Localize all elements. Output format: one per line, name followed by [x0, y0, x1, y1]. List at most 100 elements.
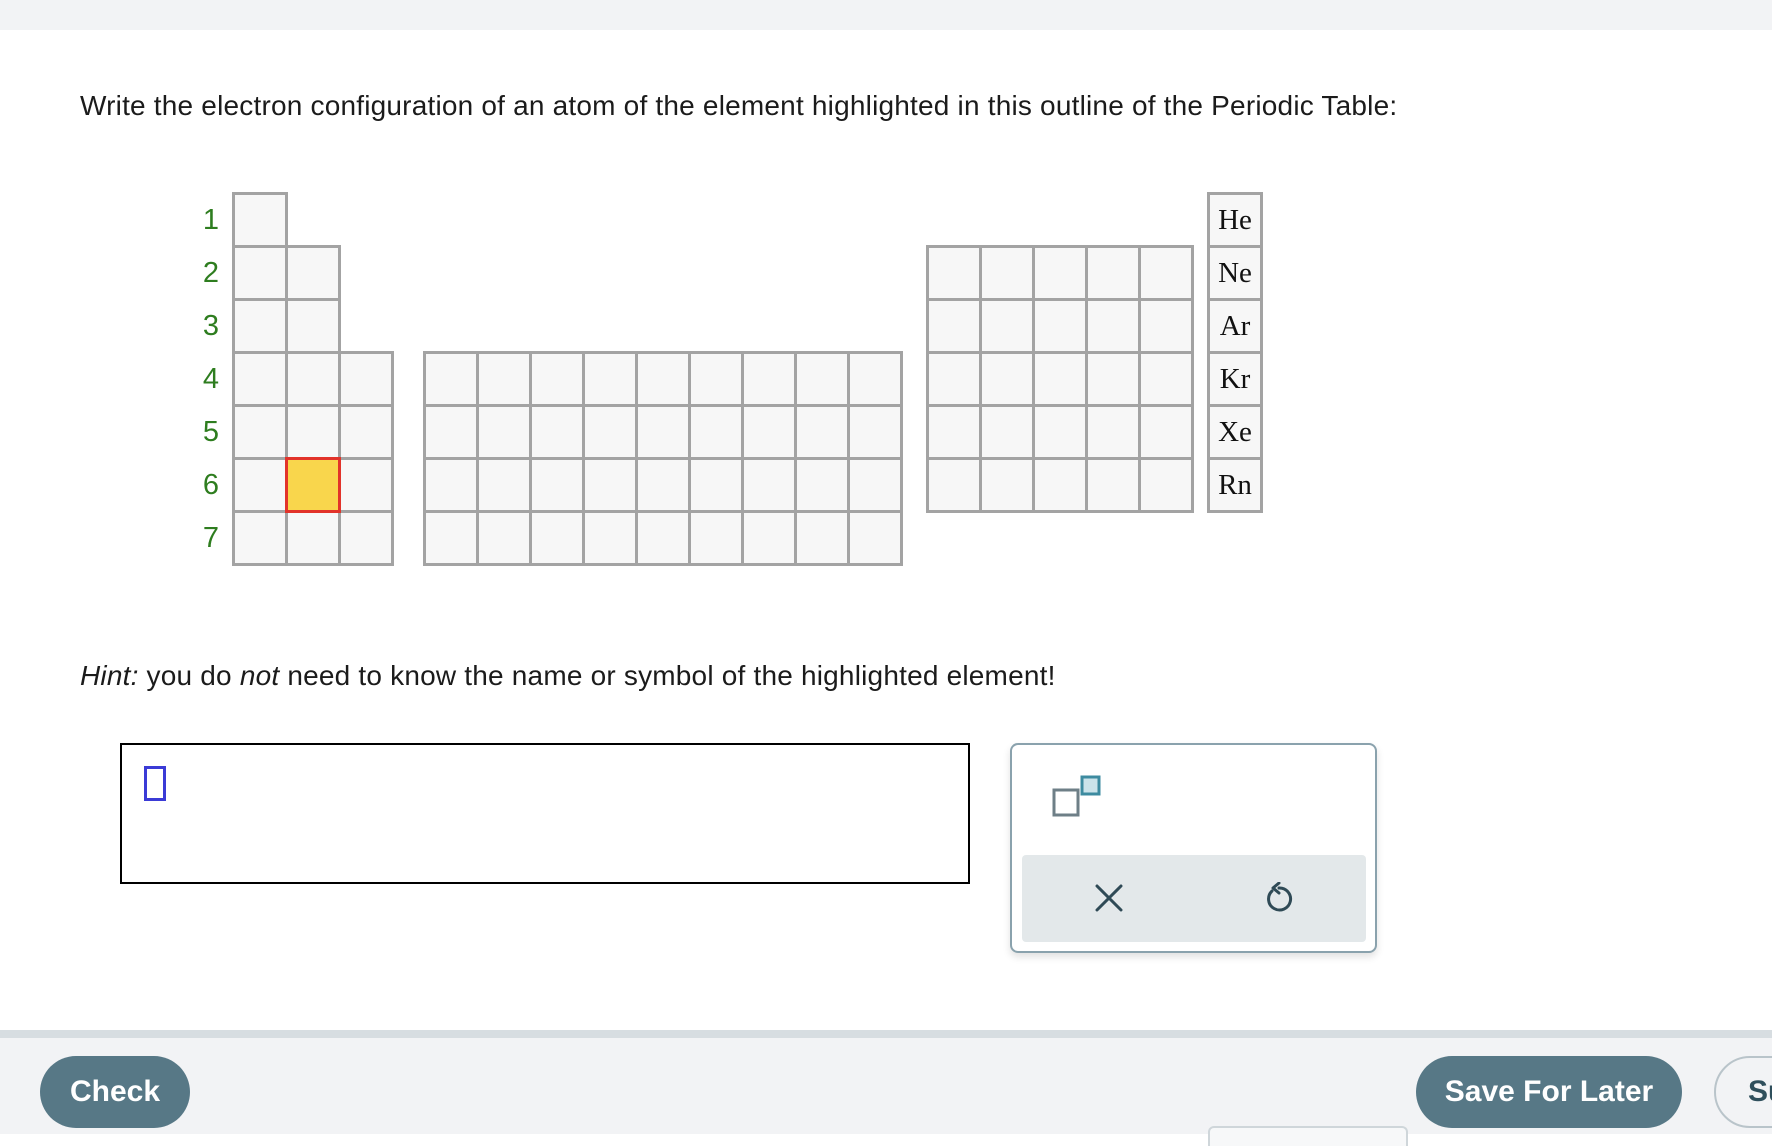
element-cell	[232, 245, 288, 301]
x-icon	[1095, 884, 1123, 912]
element-cell	[741, 351, 797, 407]
element-cell	[1032, 298, 1088, 354]
noble-gas-cell: He	[1207, 192, 1263, 248]
element-cell	[1032, 351, 1088, 407]
element-cell	[794, 510, 850, 566]
element-cell	[529, 351, 585, 407]
element-cell	[1138, 245, 1194, 301]
element-cell	[926, 404, 982, 460]
hint-part1: you do	[138, 660, 240, 691]
element-cell	[582, 510, 638, 566]
element-cell	[232, 510, 288, 566]
element-cell	[476, 404, 532, 460]
superscript-button[interactable]	[1050, 775, 1110, 825]
element-cell	[285, 510, 341, 566]
question-text: Write the electron configuration of an a…	[80, 90, 1398, 121]
element-cell	[794, 404, 850, 460]
element-cell	[529, 457, 585, 513]
hint-text: Hint: you do not need to know the name o…	[80, 660, 1056, 692]
element-cell	[847, 510, 903, 566]
palette-action-bar	[1022, 855, 1366, 942]
element-cell	[1138, 298, 1194, 354]
clear-button[interactable]	[1082, 871, 1136, 925]
noble-gas-cell: Ne	[1207, 245, 1263, 301]
element-cell	[338, 351, 394, 407]
period-label: 7	[202, 522, 220, 554]
save-for-later-button[interactable]: Save For Later	[1416, 1056, 1682, 1128]
noble-gas-cell: Ar	[1207, 298, 1263, 354]
undo-icon	[1267, 882, 1293, 912]
element-cell	[1085, 245, 1141, 301]
element-cell	[232, 457, 288, 513]
element-cell	[635, 457, 691, 513]
element-cell	[979, 457, 1035, 513]
element-cell	[285, 298, 341, 354]
element-cell	[1032, 245, 1088, 301]
element-cell	[1085, 457, 1141, 513]
period-label: 3	[202, 310, 220, 342]
element-cell	[285, 245, 341, 301]
element-cell	[423, 351, 479, 407]
element-cell	[688, 351, 744, 407]
math-palette	[1010, 743, 1377, 953]
element-cell	[476, 510, 532, 566]
noble-gas-cell: Xe	[1207, 404, 1263, 460]
element-cell	[1085, 298, 1141, 354]
submit-assignment-button[interactable]: Submit Assignment	[1714, 1056, 1772, 1128]
element-cell	[979, 245, 1035, 301]
noble-gas-cell: Rn	[1207, 457, 1263, 513]
element-cell	[338, 457, 394, 513]
element-cell	[1138, 404, 1194, 460]
element-cell	[529, 510, 585, 566]
element-cell	[635, 404, 691, 460]
element-cell	[688, 510, 744, 566]
superscript-icon	[1052, 775, 1101, 817]
element-cell	[635, 510, 691, 566]
element-cell	[1138, 457, 1194, 513]
element-cell	[847, 457, 903, 513]
element-cell	[794, 457, 850, 513]
element-cell	[423, 404, 479, 460]
element-cell	[926, 245, 982, 301]
noble-gas-cell: Kr	[1207, 351, 1263, 407]
element-cell	[741, 510, 797, 566]
element-cell	[476, 351, 532, 407]
input-cursor-placeholder[interactable]	[144, 766, 166, 801]
element-cell	[688, 404, 744, 460]
footer-bar: Check Save For Later Submit Assignment	[0, 1030, 1772, 1146]
footer-tab	[1208, 1126, 1408, 1146]
hint-emphasis: not	[239, 660, 280, 691]
element-cell	[529, 404, 585, 460]
element-cell	[232, 404, 288, 460]
element-cell	[285, 404, 341, 460]
period-label: 6	[202, 469, 220, 501]
element-cell	[741, 457, 797, 513]
period-label: 5	[202, 416, 220, 448]
element-cell	[979, 351, 1035, 407]
element-cell	[423, 457, 479, 513]
period-label: 2	[202, 257, 220, 289]
element-cell	[423, 510, 479, 566]
element-cell	[847, 351, 903, 407]
element-cell	[285, 351, 341, 407]
element-cell	[1085, 404, 1141, 460]
element-cell	[338, 510, 394, 566]
element-cell	[635, 351, 691, 407]
element-cell	[1032, 457, 1088, 513]
element-cell	[1085, 351, 1141, 407]
element-cell	[926, 298, 982, 354]
element-cell	[582, 457, 638, 513]
element-cell	[582, 351, 638, 407]
element-cell	[926, 351, 982, 407]
check-button[interactable]: Check	[40, 1056, 190, 1128]
element-cell	[232, 351, 288, 407]
answer-input[interactable]	[120, 743, 970, 884]
hint-label: Hint:	[80, 660, 139, 691]
element-cell	[476, 457, 532, 513]
highlighted-element-cell	[285, 457, 341, 513]
period-label: 1	[202, 204, 220, 236]
element-cell	[794, 351, 850, 407]
element-cell	[926, 457, 982, 513]
undo-button[interactable]	[1252, 871, 1306, 925]
element-cell	[979, 404, 1035, 460]
